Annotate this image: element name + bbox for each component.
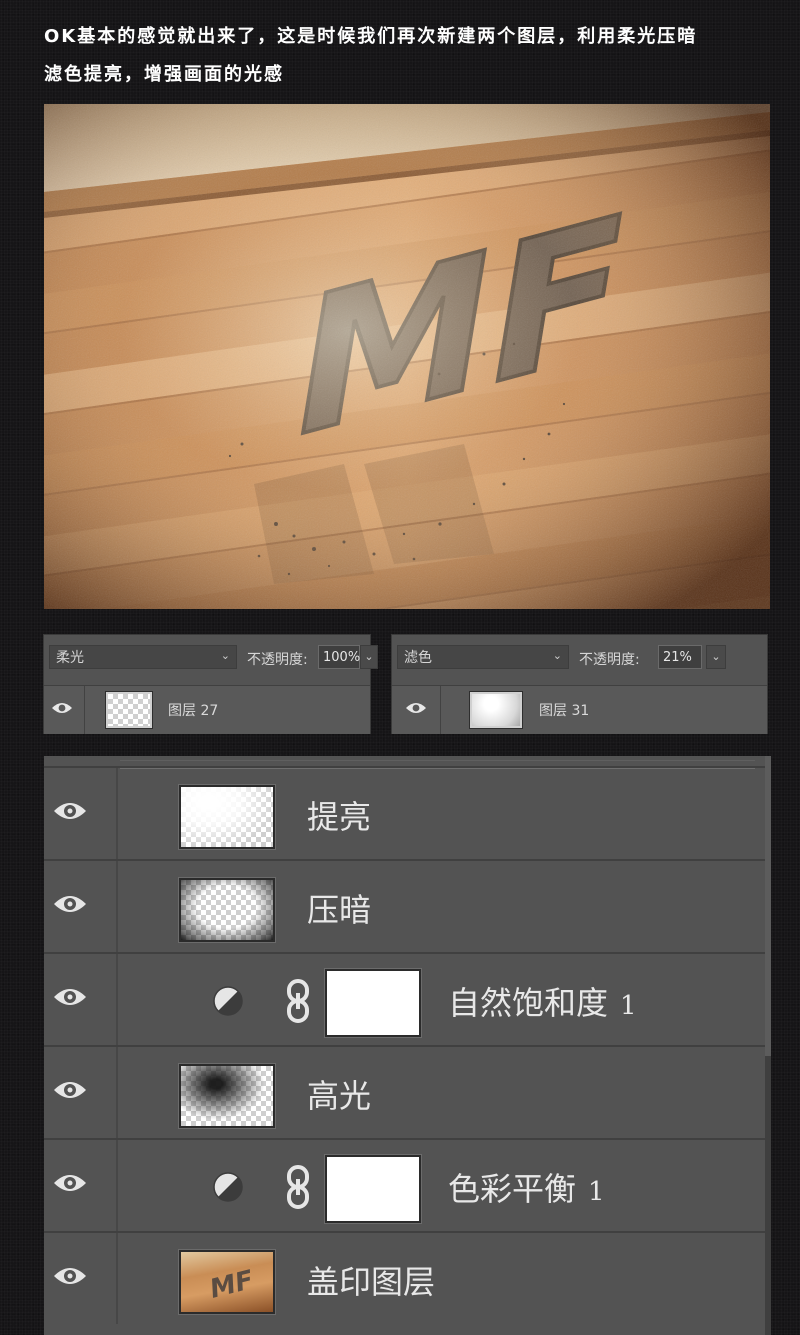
layer-name[interactable]: 提亮 — [307, 792, 371, 838]
blend-mode-select[interactable]: 滤色 ⌄ — [397, 645, 569, 669]
eye-icon[interactable] — [52, 1078, 88, 1102]
eye-icon[interactable] — [404, 700, 428, 720]
layer-row-highlight[interactable]: 高光 — [44, 1045, 765, 1138]
eye-icon[interactable] — [52, 1171, 88, 1195]
layer-row[interactable]: 图层 27 — [44, 685, 370, 734]
column-divider — [84, 686, 85, 734]
layer-row-stamp[interactable]: MF 盖印图层 — [44, 1231, 765, 1324]
layer-mask-thumbnail[interactable] — [325, 969, 421, 1037]
wood-scene-image: MF — [44, 104, 770, 609]
layer-name[interactable]: 自然饱和度 1 — [448, 978, 637, 1024]
layer-thumbnail[interactable] — [179, 1064, 275, 1128]
blend-mode-value: 柔光 — [56, 650, 84, 666]
chain-link-icon[interactable] — [285, 979, 311, 1023]
eye-icon[interactable] — [52, 985, 88, 1009]
layer-number: 1 — [620, 991, 637, 1021]
scrollbar-thumb[interactable] — [765, 756, 771, 1056]
eye-icon[interactable] — [50, 700, 74, 720]
intro-text: OK基本的感觉就出来了，这是时候我们再次新建两个图层，利用柔光压暗 滤色提亮，增… — [44, 18, 764, 94]
layer-name[interactable]: 盖印图层 — [307, 1257, 435, 1303]
visibility-toggle[interactable] — [44, 1047, 118, 1138]
layer-thumbnail[interactable]: MF — [179, 1250, 275, 1314]
layer-panel-screen: 滤色 ⌄ 不透明度: 21% ⌄ 图层 31 — [391, 634, 768, 734]
chevron-down-icon: ⌄ — [552, 649, 562, 662]
layer-name[interactable]: 图层 31 — [539, 700, 589, 720]
visibility-toggle[interactable] — [44, 1140, 118, 1231]
layer-thumbnail[interactable] — [469, 691, 523, 729]
eye-icon[interactable] — [52, 892, 88, 916]
column-divider — [440, 686, 441, 734]
visibility-toggle[interactable] — [44, 1233, 118, 1324]
opacity-chevron-icon[interactable]: ⌄ — [360, 645, 378, 669]
eye-icon[interactable] — [52, 799, 88, 823]
layer-thumbnail[interactable] — [105, 691, 153, 729]
layer-panel-soft-light: 柔光 ⌄ 不透明度: 100% ⌄ 图层 27 — [43, 634, 378, 734]
opacity-chevron-icon[interactable]: ⌄ — [706, 645, 726, 669]
layer-row-brighten[interactable]: 提亮 — [44, 766, 765, 859]
layer-thumbnail[interactable] — [179, 878, 275, 942]
layer-name[interactable]: 图层 27 — [168, 700, 218, 720]
opacity-label: 不透明度: — [579, 652, 640, 668]
blend-mode-value: 滤色 — [404, 650, 432, 666]
chain-link-icon[interactable] — [285, 1165, 311, 1209]
layer-row-color-balance[interactable]: 色彩平衡 1 — [44, 1138, 765, 1231]
adjustment-circle-icon[interactable] — [212, 985, 244, 1017]
layer-row[interactable]: 图层 31 — [392, 685, 767, 734]
layer-row-vibrance[interactable]: 自然饱和度 1 — [44, 952, 765, 1045]
visibility-toggle[interactable] — [44, 861, 118, 952]
layer-row-darken[interactable]: 压暗 — [44, 859, 765, 952]
panel-scrollbar[interactable] — [765, 756, 771, 1335]
layer-number: 1 — [588, 1177, 605, 1207]
opacity-input[interactable]: 100% — [318, 645, 360, 669]
layers-panel: 提亮 压暗 自然饱和度 1 高光 色彩平衡 1 MF 盖印图层 — [44, 756, 771, 1335]
visibility-toggle[interactable] — [44, 954, 118, 1045]
layer-name-text: 色彩平衡 — [448, 1170, 577, 1208]
layer-name[interactable]: 色彩平衡 1 — [448, 1164, 605, 1210]
layer-mask-thumbnail[interactable] — [325, 1155, 421, 1223]
thumbnail-letters: MF — [207, 1265, 257, 1305]
layer-thumbnail[interactable] — [179, 785, 275, 849]
eye-icon[interactable] — [52, 1264, 88, 1288]
opacity-input[interactable]: 21% — [658, 645, 702, 669]
opacity-label: 不透明度: — [247, 652, 308, 668]
layer-name[interactable]: 高光 — [307, 1071, 371, 1117]
layer-name[interactable]: 压暗 — [307, 885, 371, 931]
chevron-down-icon: ⌄ — [220, 649, 230, 662]
adjustment-circle-icon[interactable] — [212, 1171, 244, 1203]
intro-line-2: 滤色提亮，增强画面的光感 — [44, 64, 284, 85]
visibility-toggle[interactable] — [44, 768, 118, 859]
intro-line-1: OK基本的感觉就出来了，这是时候我们再次新建两个图层，利用柔光压暗 — [44, 26, 698, 47]
blend-mode-select[interactable]: 柔光 ⌄ — [49, 645, 237, 669]
layer-name-text: 自然饱和度 — [448, 984, 609, 1022]
